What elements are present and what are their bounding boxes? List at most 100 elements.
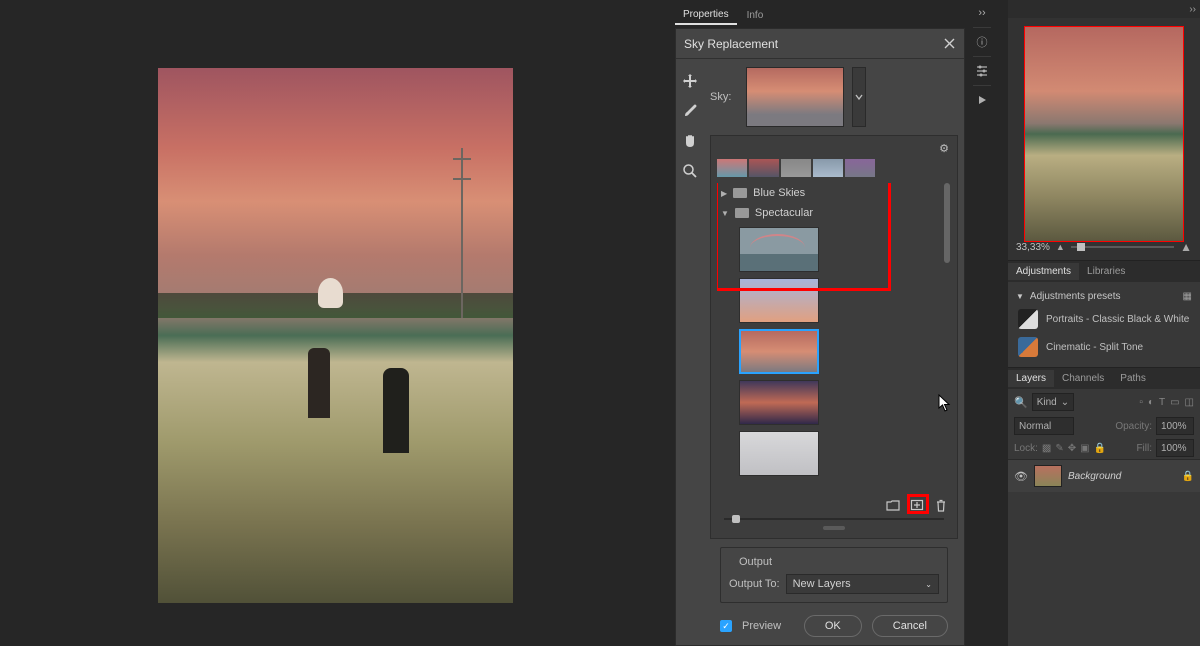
cancel-button[interactable]: Cancel	[872, 615, 948, 637]
output-legend: Output	[735, 556, 776, 568]
layers-panel: 🔍 Kind ⌄ ▫ ◐ T ▭ ◫ Normal Opacity: 100% …	[1008, 389, 1200, 646]
thumb-recent[interactable]	[813, 159, 843, 177]
lock-nest-icon[interactable]: ▣	[1080, 443, 1089, 454]
sky-preset-sunset2[interactable]	[739, 380, 819, 425]
adjust-icon[interactable]	[973, 62, 991, 80]
thumb-recent[interactable]	[717, 159, 747, 177]
visibility-icon[interactable]: 👁	[1014, 470, 1028, 483]
navigator-panel[interactable]	[1008, 18, 1200, 238]
sky-preset-list	[717, 223, 951, 480]
sky-preset-selected[interactable]	[739, 329, 819, 374]
hand-tool-icon[interactable]	[680, 131, 700, 151]
layer-name-label[interactable]: Background	[1068, 471, 1121, 482]
output-to-select[interactable]: New Layers ⌄	[786, 574, 939, 594]
filter-pixel-icon[interactable]: ▫	[1139, 397, 1143, 408]
sky-preset-sunset1[interactable]	[739, 278, 819, 323]
filter-type-icon[interactable]: T	[1159, 397, 1165, 408]
folder-icon	[735, 208, 749, 218]
chevron-down-icon: ⌄	[925, 580, 932, 589]
folder-blue-skies[interactable]: ▶ Blue Skies	[717, 183, 951, 203]
sky-preset-panel: ⚙ ▶ Blue Skies ▼	[710, 135, 958, 539]
presets-header-label: Adjustments presets	[1030, 291, 1121, 302]
zoom-tool-icon[interactable]	[680, 161, 700, 181]
right-panel-column: ›› 33,33% ▲ ▲ Adjustments Libraries ▼ Ad…	[1008, 0, 1200, 646]
thumb-recent[interactable]	[845, 159, 875, 177]
dialog-titlebar[interactable]: Sky Replacement	[676, 29, 964, 59]
tab-paths[interactable]: Paths	[1112, 370, 1154, 387]
document-image[interactable]	[158, 68, 513, 603]
lock-all-icon[interactable]: 🔒	[1094, 443, 1106, 454]
thumb-size-slider[interactable]	[717, 512, 951, 522]
sky-dropdown: Sky:	[710, 67, 958, 127]
fill-input[interactable]: 100%	[1156, 439, 1194, 457]
panel-menu-icon[interactable]: ››	[973, 4, 991, 22]
mountain-large-icon[interactable]: ▲	[1180, 240, 1192, 254]
layer-background[interactable]: 👁 Background 🔒	[1008, 459, 1200, 492]
dialog-title-text: Sky Replacement	[684, 37, 778, 51]
dialog-footer: ✓ Preview OK Cancel	[710, 607, 958, 645]
panel-resize-grip[interactable]	[823, 526, 845, 530]
preset-label: Portraits - Classic Black & White	[1046, 314, 1189, 325]
lock-trans-icon[interactable]: ▩	[1042, 443, 1051, 454]
panel-menu-icon[interactable]: ››	[1189, 4, 1196, 15]
layer-thumbnail[interactable]	[1034, 465, 1062, 487]
panel-tabs: Properties Info	[675, 4, 771, 26]
preset-bw[interactable]: Portraits - Classic Black & White	[1016, 305, 1192, 333]
gear-icon[interactable]: ⚙	[939, 142, 949, 155]
lock-icon[interactable]: 🔒	[1182, 471, 1194, 482]
sky-preset-clouds[interactable]	[739, 431, 819, 476]
panel-collapse-strip: ›› ⓘ	[972, 4, 992, 109]
tab-properties[interactable]: Properties	[675, 6, 737, 25]
opacity-input[interactable]: 100%	[1156, 417, 1194, 435]
ok-button[interactable]: OK	[804, 615, 862, 637]
trash-icon[interactable]	[933, 498, 949, 512]
new-folder-icon[interactable]	[885, 498, 901, 512]
output-to-value: New Layers	[793, 578, 851, 590]
preset-scrollbar[interactable]	[943, 183, 951, 494]
layer-filter-select[interactable]: Kind ⌄	[1032, 393, 1074, 411]
new-preset-icon[interactable]	[909, 498, 925, 512]
preview-label: Preview	[742, 620, 781, 632]
blend-mode-select[interactable]: Normal	[1014, 417, 1074, 435]
filter-adjust-icon[interactable]: ◐	[1148, 397, 1154, 408]
mountain-small-icon[interactable]: ▲	[1056, 242, 1065, 252]
folder-label: Spectacular	[755, 207, 813, 219]
play-icon[interactable]	[973, 91, 991, 109]
adjustments-tabs: Adjustments Libraries	[1008, 260, 1200, 282]
lock-brush-icon[interactable]: ✎	[1055, 443, 1063, 454]
zoom-slider[interactable]	[1071, 246, 1174, 248]
fill-label: Fill:	[1136, 443, 1152, 454]
search-icon[interactable]: 🔍	[1014, 396, 1028, 409]
chevron-down-icon: ▼	[1016, 292, 1024, 301]
preview-checkbox[interactable]: ✓	[720, 620, 732, 632]
sky-current-thumb[interactable]	[746, 67, 844, 127]
filter-shape-icon[interactable]: ▭	[1170, 397, 1179, 408]
canvas-area[interactable]	[0, 0, 670, 646]
tab-layers[interactable]: Layers	[1008, 370, 1054, 387]
tab-libraries[interactable]: Libraries	[1079, 263, 1133, 280]
navigator-thumbnail[interactable]	[1024, 26, 1184, 242]
output-to-label: Output To:	[729, 578, 780, 590]
adjustments-presets-header[interactable]: ▼ Adjustments presets ▦	[1016, 288, 1192, 305]
sky-dropdown-toggle[interactable]	[852, 67, 866, 127]
tab-info[interactable]: Info	[739, 7, 772, 24]
thumb-recent[interactable]	[781, 159, 811, 177]
preset-thumb-icon	[1018, 337, 1038, 357]
folder-icon	[733, 188, 747, 198]
close-icon[interactable]	[942, 37, 956, 51]
info-icon[interactable]: ⓘ	[973, 33, 991, 51]
opacity-label: Opacity:	[1115, 421, 1152, 432]
thumb-recent[interactable]	[749, 159, 779, 177]
filter-smart-icon[interactable]: ◫	[1185, 397, 1194, 408]
lock-move-icon[interactable]: ✥	[1068, 443, 1076, 454]
move-tool-icon[interactable]	[680, 71, 700, 91]
zoom-value[interactable]: 33,33%	[1016, 242, 1050, 253]
folder-spectacular[interactable]: ▼ Spectacular	[717, 203, 951, 223]
tab-channels[interactable]: Channels	[1054, 370, 1112, 387]
preset-cinematic[interactable]: Cinematic - Split Tone	[1016, 333, 1192, 361]
sky-preset-rainbow[interactable]	[739, 227, 819, 272]
grid-view-icon[interactable]: ▦	[1183, 291, 1192, 302]
output-section: Output Output To: New Layers ⌄	[720, 547, 948, 603]
tab-adjustments[interactable]: Adjustments	[1008, 263, 1079, 280]
brush-tool-icon[interactable]	[680, 101, 700, 121]
